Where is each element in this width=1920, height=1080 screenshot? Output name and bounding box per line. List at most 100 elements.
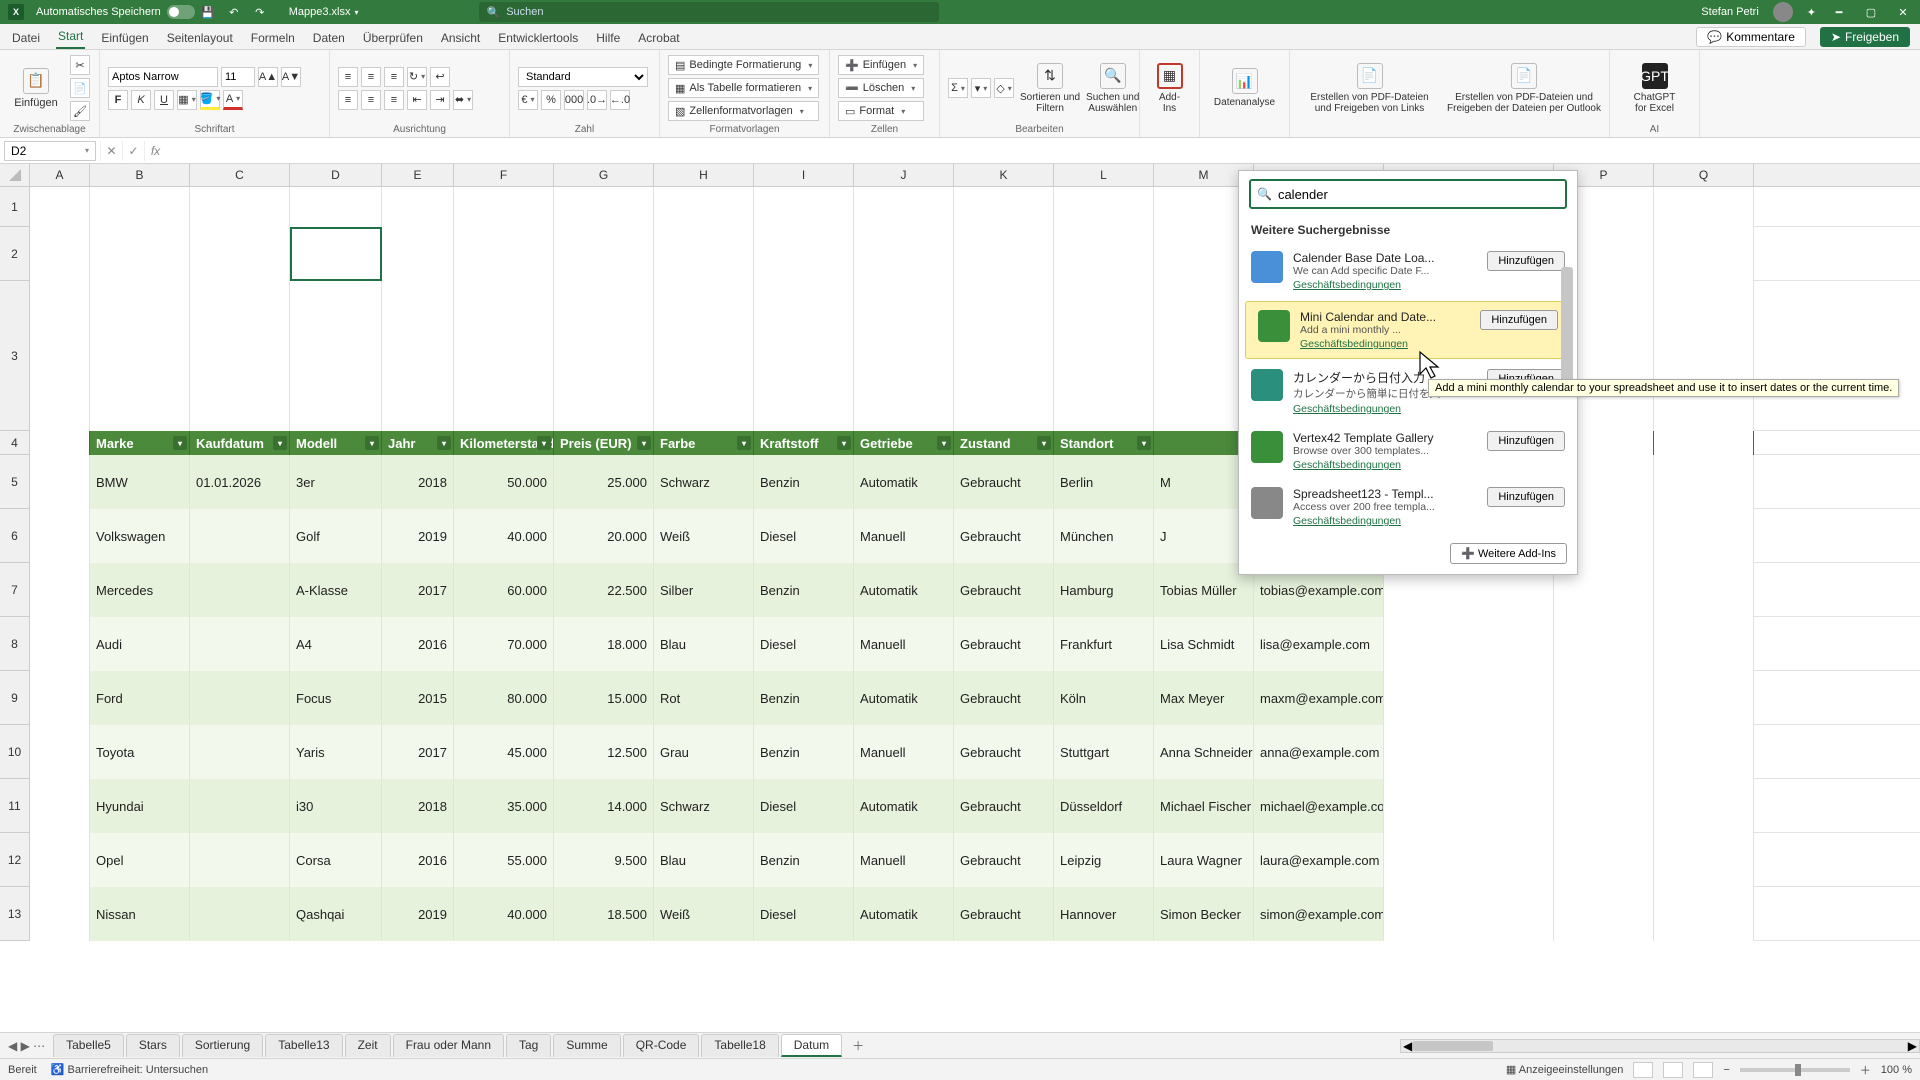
cell[interactable] xyxy=(30,227,90,281)
align-bot-icon[interactable]: ≡ xyxy=(384,67,404,87)
font-name-input[interactable] xyxy=(108,67,218,87)
row-header[interactable]: 1 xyxy=(0,187,30,227)
cell[interactable] xyxy=(290,227,382,281)
zoom-level[interactable]: 100 % xyxy=(1881,1064,1912,1076)
cell[interactable] xyxy=(1054,187,1154,227)
cell[interactable]: Mercedes xyxy=(90,563,190,617)
cell[interactable]: Gebraucht xyxy=(954,617,1054,671)
cell[interactable]: 2018 xyxy=(382,779,454,833)
sheet-nav[interactable]: ◀ ▶ ⋯ xyxy=(0,1039,53,1053)
tab-data[interactable]: Daten xyxy=(311,27,347,49)
cell[interactable]: Diesel xyxy=(754,887,854,941)
cell[interactable]: 20.000 xyxy=(554,509,654,563)
zoom-slider[interactable] xyxy=(1740,1068,1850,1072)
cell[interactable] xyxy=(190,617,290,671)
cell[interactable]: BMW xyxy=(90,455,190,509)
col-header[interactable]: H xyxy=(654,164,754,186)
cell[interactable] xyxy=(1654,281,1754,431)
cell[interactable]: Diesel xyxy=(754,509,854,563)
tab-developer[interactable]: Entwicklertools xyxy=(496,27,580,49)
formula-input[interactable] xyxy=(166,141,1920,161)
display-settings-button[interactable]: ▦ Anzeigeeinstellungen xyxy=(1506,1063,1623,1076)
row-header[interactable]: 13 xyxy=(0,887,30,941)
cell[interactable]: Automatik xyxy=(854,887,954,941)
cell[interactable]: Benzin xyxy=(754,833,854,887)
cell[interactable]: Anna Schneider xyxy=(1154,725,1254,779)
filter-icon[interactable]: ▾ xyxy=(173,436,187,450)
tab-start[interactable]: Start xyxy=(56,25,85,49)
col-header[interactable]: E xyxy=(382,164,454,186)
cells-insert-button[interactable]: ➕ Einfügen xyxy=(838,55,924,75)
create-pdf-outlook-button[interactable]: 📄 Erstellen von PDF-Dateien und Freigebe… xyxy=(1447,57,1601,119)
cell[interactable]: A4 xyxy=(290,617,382,671)
sheet-tab[interactable]: Summe xyxy=(553,1034,620,1057)
cell[interactable] xyxy=(190,281,290,431)
cell[interactable]: Michael Fischer xyxy=(1154,779,1254,833)
cell[interactable]: 40.000 xyxy=(454,887,554,941)
cell[interactable]: Gebraucht xyxy=(954,671,1054,725)
col-header[interactable]: G xyxy=(554,164,654,186)
cell[interactable] xyxy=(1054,227,1154,281)
tab-file[interactable]: Datei xyxy=(10,27,42,49)
tab-view[interactable]: Ansicht xyxy=(439,27,482,49)
cell[interactable]: Opel xyxy=(90,833,190,887)
cell[interactable]: Gebraucht xyxy=(954,779,1054,833)
col-header[interactable]: A xyxy=(30,164,90,186)
cell[interactable]: i30 xyxy=(290,779,382,833)
cell[interactable]: Kaufdatum▾ xyxy=(190,431,290,455)
row-header[interactable]: 7 xyxy=(0,563,30,617)
cell[interactable]: Benzin xyxy=(754,455,854,509)
row-header[interactable]: 10 xyxy=(0,725,30,779)
filter-icon[interactable]: ▾ xyxy=(937,436,951,450)
cell[interactable] xyxy=(30,833,90,887)
addin-item[interactable]: Calender Base Date Loa...We can Add spec… xyxy=(1239,243,1577,299)
cell[interactable]: Benzin xyxy=(754,563,854,617)
percent-icon[interactable]: % xyxy=(541,90,561,110)
cell[interactable] xyxy=(30,281,90,431)
cell[interactable] xyxy=(454,227,554,281)
cell[interactable] xyxy=(1654,509,1754,563)
tab-formulas[interactable]: Formeln xyxy=(249,27,297,49)
sheet-tab[interactable]: Tag xyxy=(506,1034,551,1057)
cell[interactable] xyxy=(1654,833,1754,887)
cell[interactable]: 2018 xyxy=(382,455,454,509)
worksheet[interactable]: ABCDEFGHIJKLMNOPQ 12345678910111213 Mark… xyxy=(0,164,1920,1032)
cell[interactable]: Schwarz xyxy=(654,455,754,509)
cell[interactable]: Max Meyer xyxy=(1154,671,1254,725)
align-right-icon[interactable]: ≡ xyxy=(384,90,404,110)
cell[interactable] xyxy=(1384,779,1554,833)
data-analysis-button[interactable]: 📊 Datenanalyse xyxy=(1208,57,1281,119)
find-select-button[interactable]: 🔍 Suchen und Auswählen xyxy=(1086,57,1139,119)
font-color-icon[interactable]: A xyxy=(223,90,243,110)
row-header[interactable]: 8 xyxy=(0,617,30,671)
sort-filter-button[interactable]: ⇅ Sortieren und Filtern xyxy=(1020,57,1080,119)
cell[interactable] xyxy=(190,779,290,833)
redo-icon[interactable]: ↷ xyxy=(251,3,269,21)
save-icon[interactable]: 💾 xyxy=(199,3,217,21)
col-header[interactable]: I xyxy=(754,164,854,186)
row-header[interactable]: 12 xyxy=(0,833,30,887)
cell[interactable]: Diesel xyxy=(754,779,854,833)
cut-icon[interactable]: ✂ xyxy=(70,55,90,75)
cell[interactable]: Silber xyxy=(654,563,754,617)
autosum-icon[interactable]: Σ xyxy=(948,78,968,98)
border-icon[interactable]: ▦ xyxy=(177,90,197,110)
cell[interactable]: Blau xyxy=(654,617,754,671)
cell[interactable] xyxy=(190,887,290,941)
cell[interactable]: Golf xyxy=(290,509,382,563)
cells-delete-button[interactable]: ➖ Löschen xyxy=(838,78,924,98)
filter-icon[interactable]: ▾ xyxy=(637,436,651,450)
cell[interactable]: Audi xyxy=(90,617,190,671)
cell[interactable]: 18.500 xyxy=(554,887,654,941)
cancel-formula-icon[interactable]: ✕ xyxy=(100,141,122,161)
cell[interactable] xyxy=(30,779,90,833)
cell[interactable] xyxy=(1654,617,1754,671)
cell[interactable] xyxy=(1554,725,1654,779)
zoom-in-icon[interactable]: ＋ xyxy=(1860,1062,1871,1078)
tab-acrobat[interactable]: Acrobat xyxy=(636,27,681,49)
cell[interactable]: 2017 xyxy=(382,725,454,779)
cell[interactable] xyxy=(954,227,1054,281)
cell[interactable] xyxy=(30,563,90,617)
sheet-tab[interactable]: Datum xyxy=(781,1034,842,1057)
cell[interactable] xyxy=(190,187,290,227)
